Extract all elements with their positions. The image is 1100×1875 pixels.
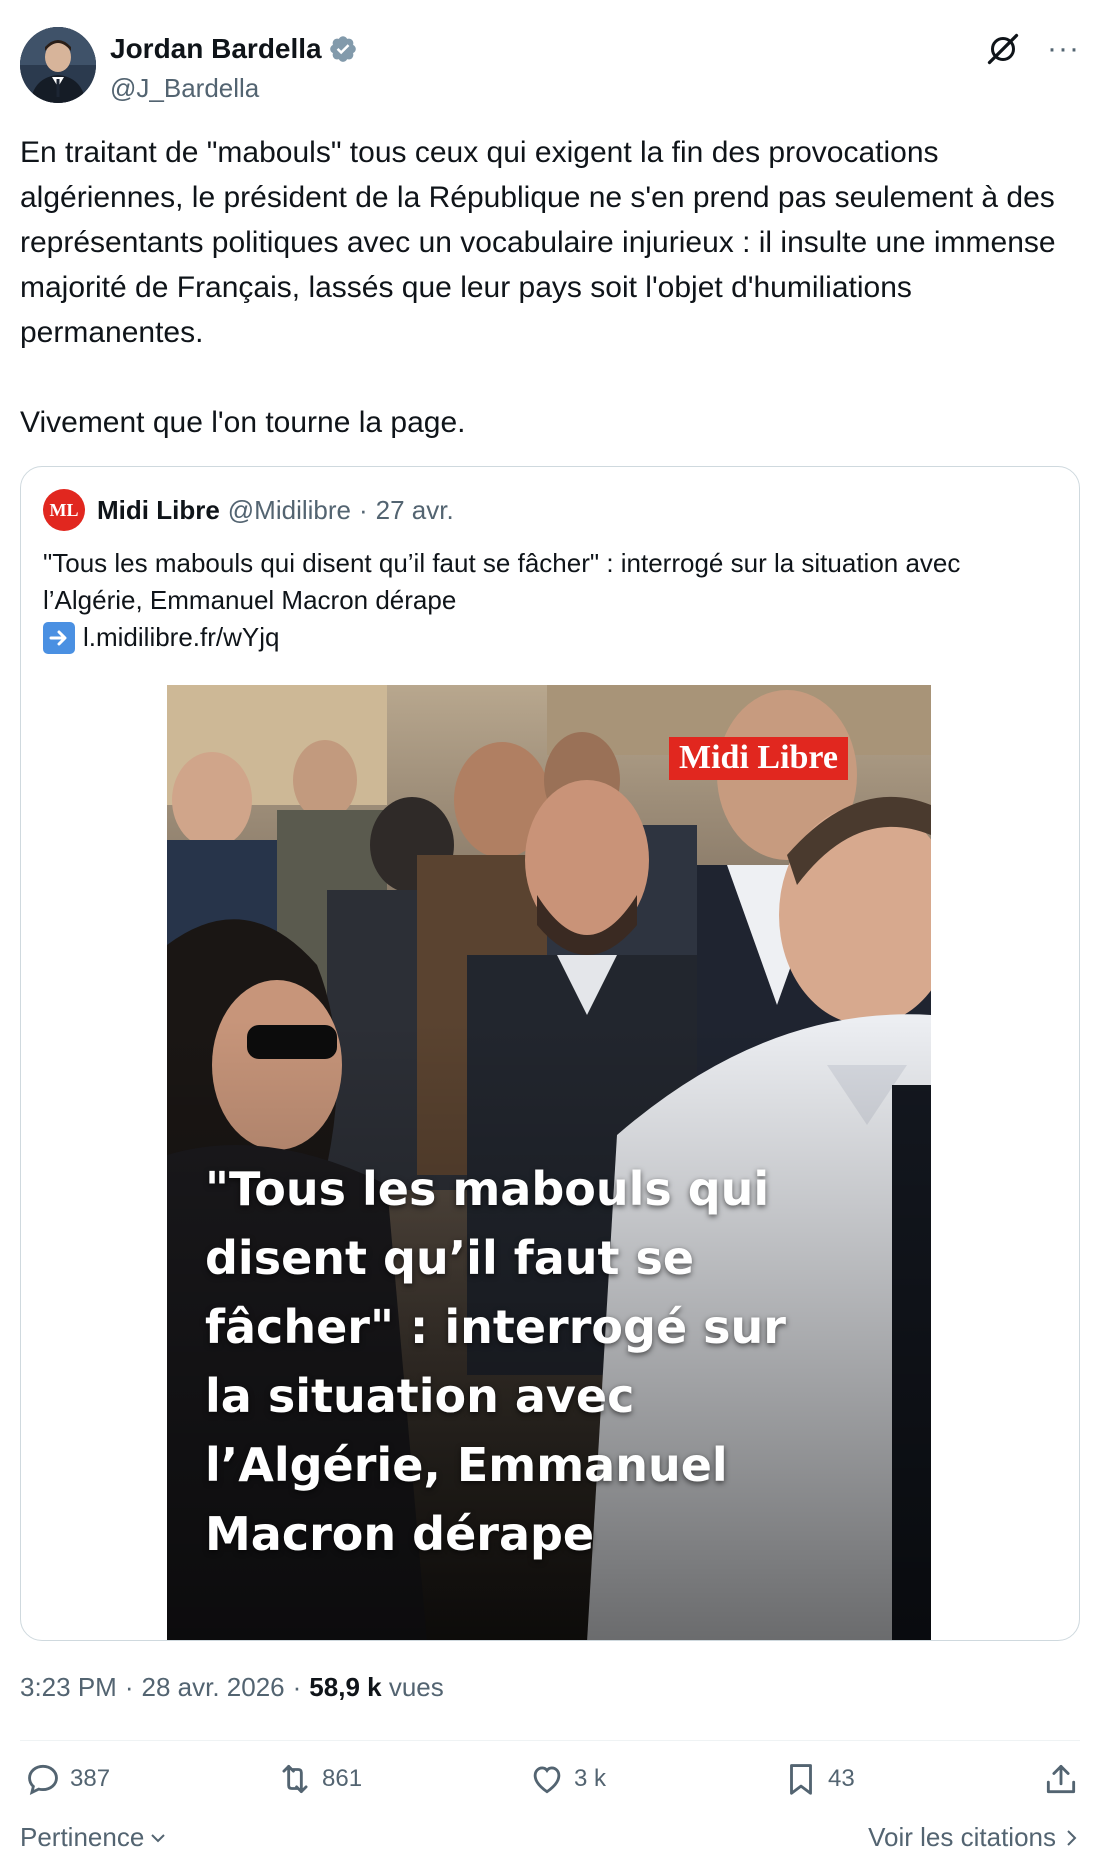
midi-libre-brand: Midi Libre bbox=[669, 737, 848, 781]
share-button[interactable] bbox=[1042, 1760, 1080, 1798]
chevron-right-icon bbox=[1067, 1829, 1077, 1846]
bookmark-icon bbox=[790, 1764, 812, 1795]
reply-button[interactable]: 387 bbox=[24, 1760, 110, 1798]
reply-icon bbox=[28, 1764, 58, 1796]
view-quotes-label: Voir les citations bbox=[868, 1822, 1056, 1852]
tweet-header: Jordan Bardella @J_Bardella ··· bbox=[20, 25, 1080, 105]
separator-dot: · bbox=[358, 494, 368, 525]
tweet-time[interactable]: 3:23 PM bbox=[20, 1672, 117, 1703]
author-name[interactable]: Jordan Bardella bbox=[110, 33, 322, 65]
reply-count: 387 bbox=[70, 1765, 111, 1792]
quoted-date[interactable]: 27 avr. bbox=[376, 495, 454, 526]
repost-button[interactable]: 861 bbox=[276, 1760, 362, 1798]
separator-dot: · bbox=[292, 1672, 302, 1702]
quoted-image[interactable]: Midi Libre "Tous les mabouls qui disent … bbox=[167, 685, 931, 1640]
action-bar: 387 861 3 k 43 bbox=[20, 1760, 1080, 1810]
repost-count: 861 bbox=[322, 1765, 363, 1792]
share-icon bbox=[1046, 1764, 1076, 1794]
like-icon bbox=[533, 1766, 561, 1794]
like-button[interactable]: 3 k bbox=[528, 1760, 606, 1798]
tweet-text: En traitant de "mabouls" tous ceux qui e… bbox=[20, 136, 1056, 439]
image-headline: "Tous les mabouls qui disent qu’il faut … bbox=[205, 1162, 786, 1561]
sort-dropdown[interactable]: Pertinence bbox=[20, 1822, 168, 1853]
quoted-tweet[interactable]: ML Midi Libre @Midilibre · 27 avr. "Tous… bbox=[20, 466, 1080, 1641]
quoted-author-name[interactable]: Midi Libre bbox=[97, 495, 220, 526]
like-count: 3 k bbox=[574, 1765, 607, 1792]
separator-dot: · bbox=[124, 1672, 134, 1702]
view-quotes-link[interactable]: Voir les citations bbox=[868, 1822, 1080, 1853]
grok-icon[interactable] bbox=[985, 31, 1021, 67]
views-count: 58,9 k bbox=[309, 1672, 382, 1702]
verified-badge-icon bbox=[329, 36, 356, 62]
chevron-down-icon bbox=[151, 1833, 166, 1842]
quoted-link[interactable]: l.midilibre.fr/wYjq bbox=[83, 619, 280, 656]
tweet-date[interactable]: 28 avr. 2026 bbox=[142, 1672, 285, 1703]
arrow-right-icon bbox=[43, 621, 75, 654]
tweet-meta: 3:23 PM · 28 avr. 2026 · 58,9 k vues bbox=[20, 1672, 444, 1703]
bookmark-count: 43 bbox=[828, 1765, 855, 1792]
quoted-author-handle[interactable]: @Midilibre bbox=[228, 495, 351, 526]
divider bbox=[20, 1740, 1080, 1741]
sort-label: Pertinence bbox=[20, 1822, 145, 1852]
bookmark-button[interactable]: 43 bbox=[782, 1760, 855, 1798]
views-label: vues bbox=[388, 1672, 444, 1702]
quoted-text: "Tous les mabouls qui disent qu’il faut … bbox=[43, 548, 961, 615]
avatar[interactable] bbox=[20, 27, 96, 103]
repost-icon bbox=[282, 1764, 308, 1794]
quoted-avatar[interactable]: ML bbox=[43, 489, 85, 531]
author-handle[interactable]: @J_Bardella bbox=[110, 73, 358, 104]
more-icon[interactable]: ··· bbox=[1047, 34, 1080, 64]
